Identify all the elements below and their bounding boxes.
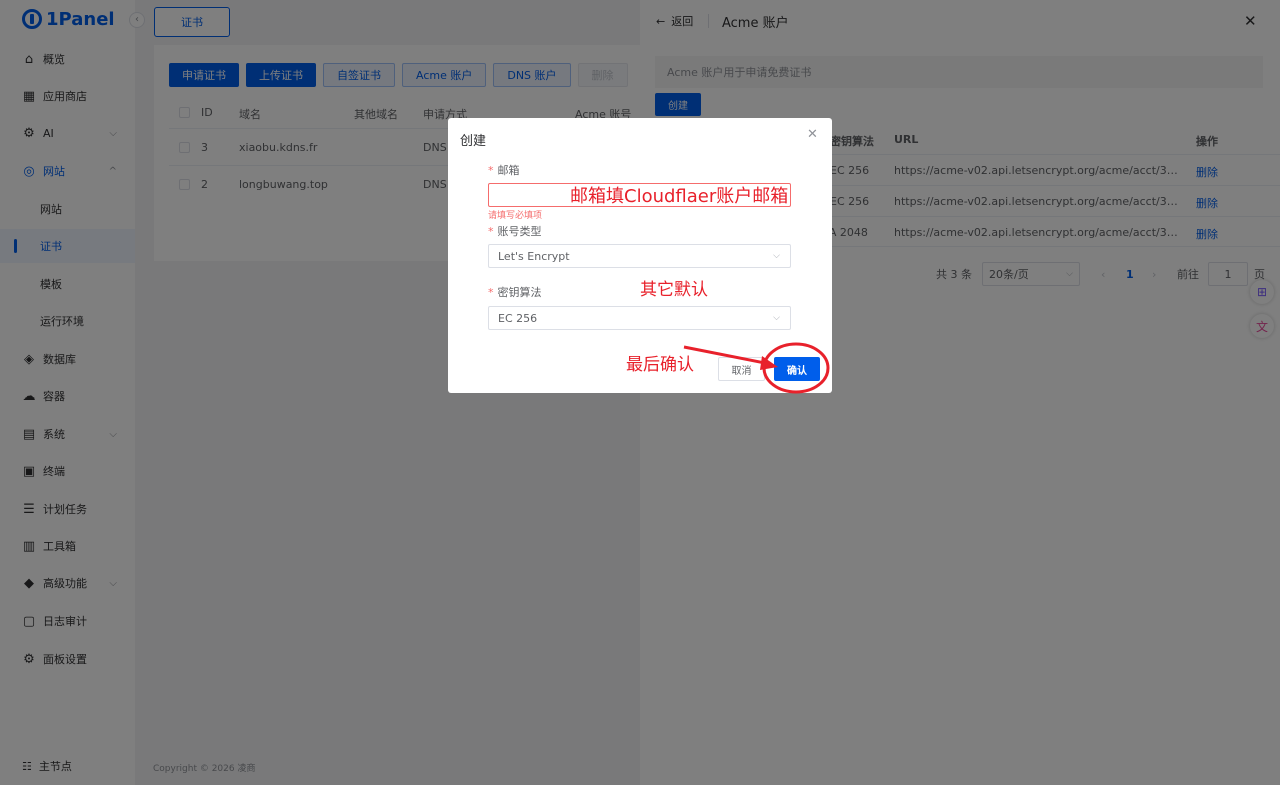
- account-type-label: * 账号类型: [488, 223, 542, 239]
- account-type-value: Let's Encrypt: [498, 249, 570, 263]
- required-mark: *: [488, 225, 494, 238]
- dialog-title: 创建: [460, 134, 487, 149]
- key-algo-value: EC 256: [498, 311, 538, 325]
- required-mark: *: [488, 164, 494, 177]
- email-error-text: 请填写必填项: [488, 211, 543, 221]
- email-label: * 邮箱: [488, 162, 520, 178]
- chevron-down-icon: ⌵: [773, 251, 780, 261]
- key-algo-label: * 密钥算法: [488, 284, 542, 300]
- chevron-down-icon: ⌵: [773, 313, 780, 323]
- annotation-default-note: 其它默认: [640, 280, 708, 300]
- account-type-label-text: 账号类型: [497, 225, 542, 238]
- confirm-button[interactable]: 确认: [774, 357, 820, 381]
- key-algo-select[interactable]: EC 256 ⌵: [488, 306, 791, 330]
- required-mark: *: [488, 286, 494, 299]
- annotation-email-note: 邮箱填Cloudflaer账户邮箱: [570, 186, 789, 207]
- annotation-confirm-note: 最后确认: [626, 355, 694, 375]
- account-type-select[interactable]: Let's Encrypt ⌵: [488, 244, 791, 268]
- key-algo-label-text: 密钥算法: [497, 286, 542, 299]
- email-label-text: 邮箱: [497, 164, 520, 177]
- close-icon[interactable]: ✕: [807, 127, 818, 142]
- cancel-button[interactable]: 取消: [718, 357, 765, 381]
